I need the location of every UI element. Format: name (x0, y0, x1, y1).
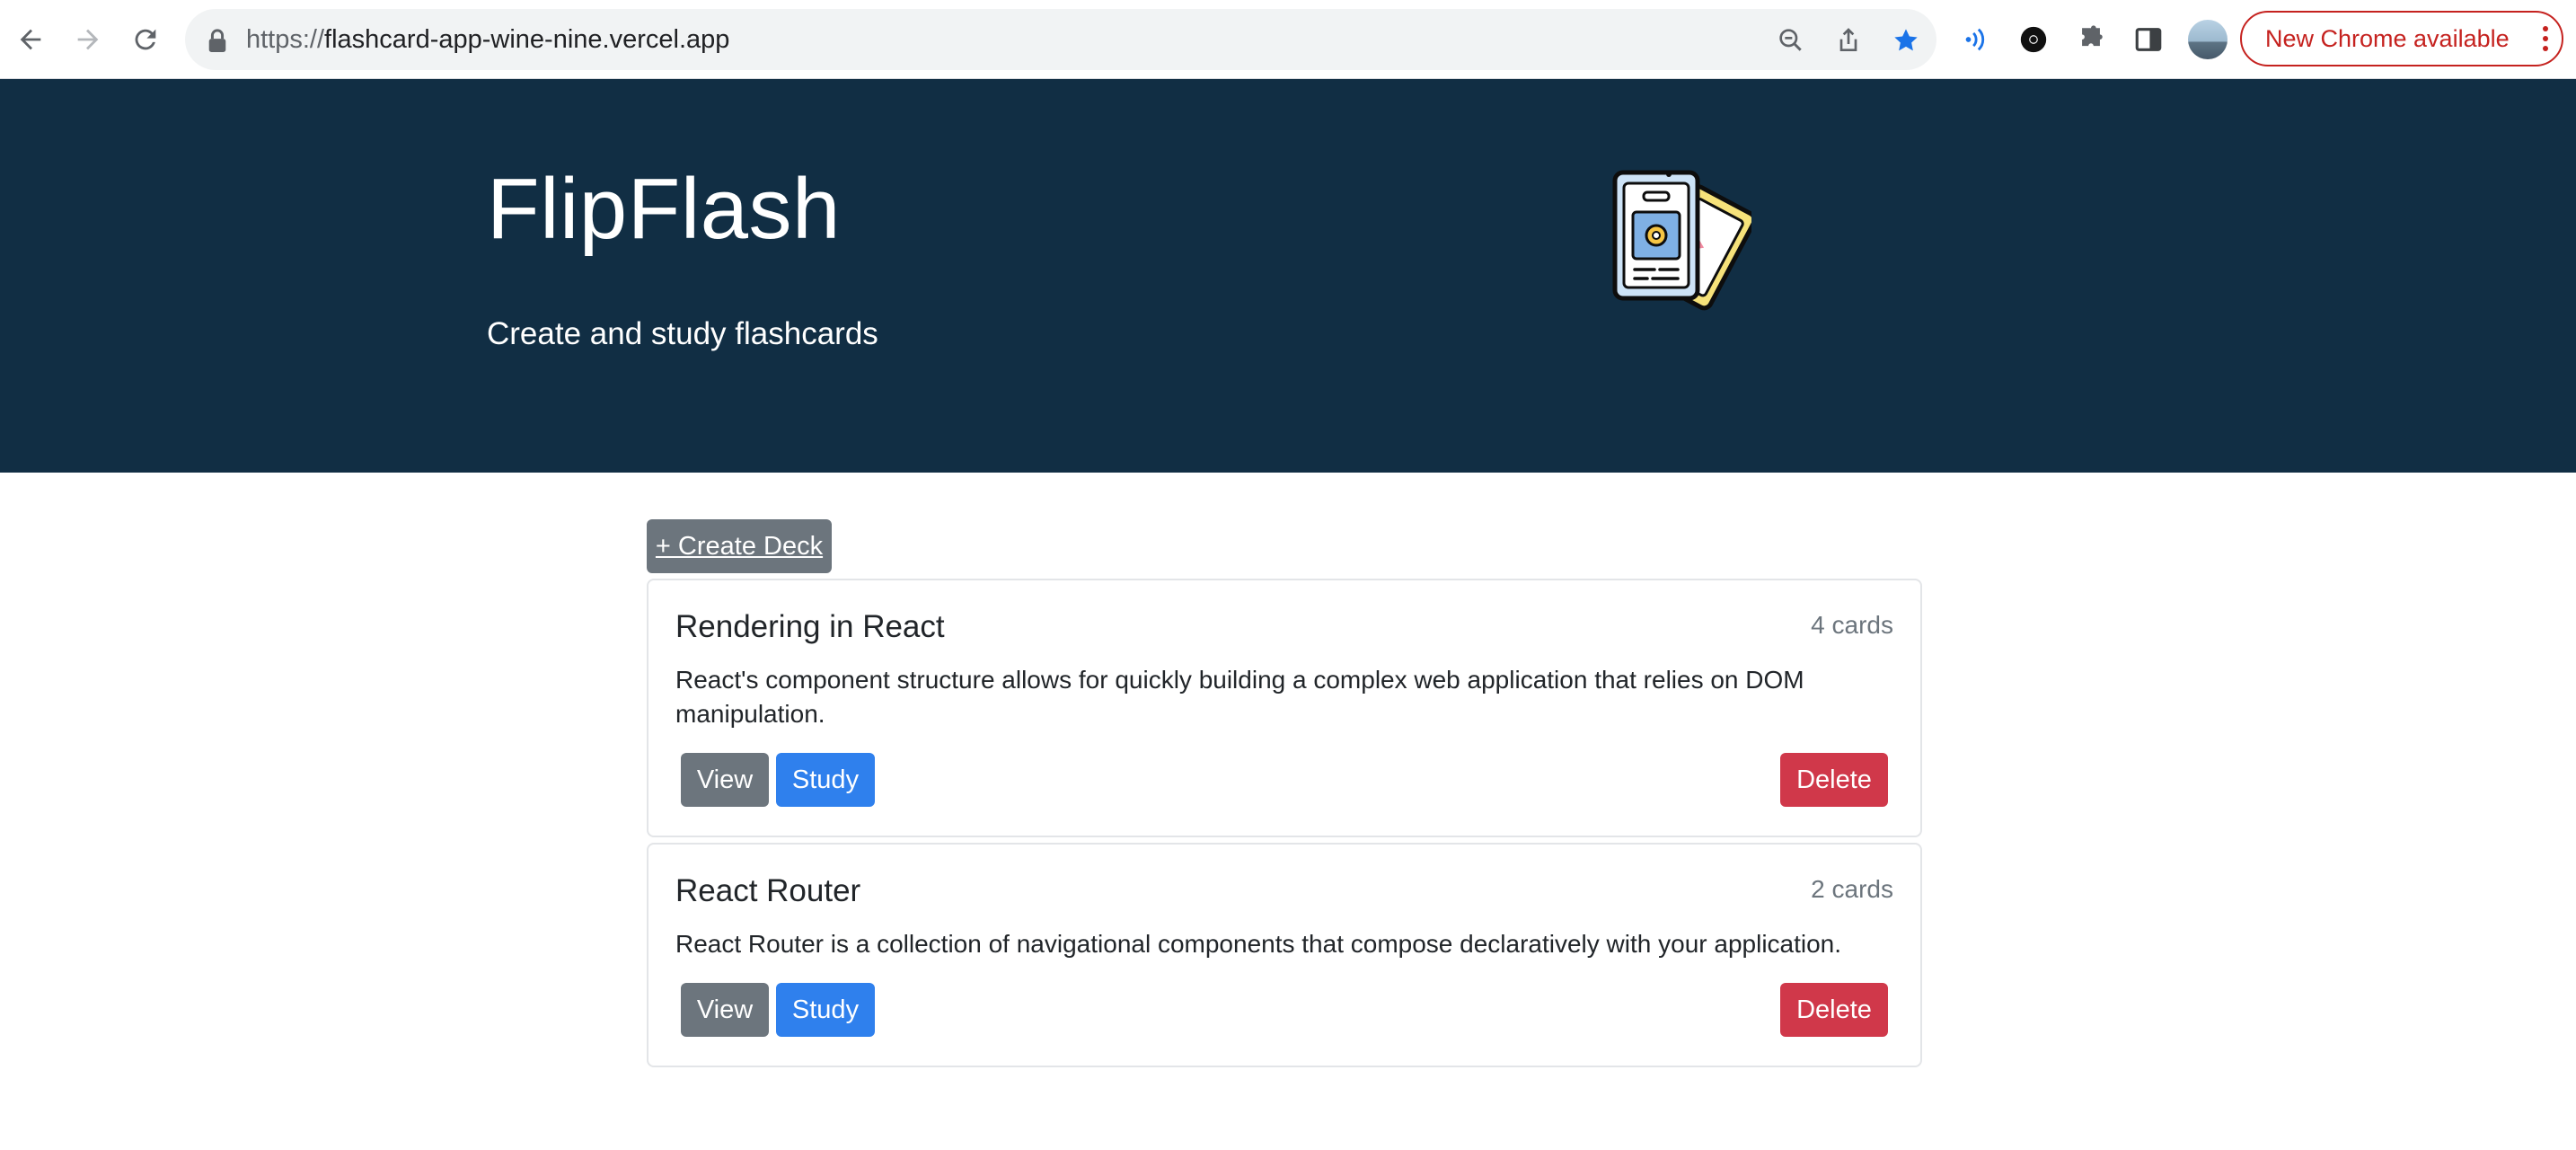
deck-name: Rendering in React (675, 609, 945, 644)
extensions-button[interactable] (2073, 22, 2109, 58)
deck-description: React Router is a collection of navigati… (675, 930, 1842, 958)
audio-extension-button[interactable] (1958, 22, 1994, 58)
view-deck-button[interactable]: View (681, 753, 769, 807)
reload-button[interactable] (126, 20, 165, 59)
deck-card-count: 4 cards (1811, 611, 1893, 639)
lock-icon (208, 29, 226, 52)
deck-name: React Router (675, 873, 861, 908)
reload-icon (135, 29, 156, 50)
zoom-out-icon (1779, 29, 1802, 51)
side-panel-button[interactable] (2130, 22, 2166, 58)
study-deck-button[interactable]: Study (776, 983, 875, 1037)
es-extension-button[interactable] (2016, 22, 2051, 58)
forward-button[interactable] (68, 20, 108, 59)
url-host: flashcard-app-wine-nine.vercel.app (324, 25, 730, 54)
update-label: New Chrome available (2265, 25, 2510, 52)
kebab-menu-icon (2543, 26, 2548, 51)
study-deck-button[interactable]: Study (776, 753, 875, 807)
audio-extension-icon (1965, 28, 1985, 51)
deck-card: React Router 2 cards React Router is a c… (647, 843, 1922, 1067)
new-chrome-available-button[interactable]: New Chrome available (2240, 11, 2563, 66)
es-extension-icon (2020, 26, 2047, 53)
deck-description: React's component structure allows for q… (675, 666, 1804, 728)
address-bar[interactable]: https://flashcard-app-wine-nine.vercel.a… (185, 9, 1936, 70)
bookmark-button[interactable] (1890, 24, 1922, 57)
create-deck-button[interactable]: + Create Deck (647, 519, 832, 573)
view-deck-button[interactable]: View (681, 983, 769, 1037)
back-button[interactable] (11, 20, 50, 59)
delete-deck-button[interactable]: Delete (1780, 753, 1888, 807)
share-button[interactable] (1832, 24, 1865, 57)
side-panel-icon (2135, 28, 2162, 51)
star-icon (1894, 29, 1918, 51)
url-text: https://flashcard-app-wine-nine.vercel.a… (246, 9, 729, 70)
arrow-left-icon (20, 29, 41, 50)
delete-deck-button[interactable]: Delete (1780, 983, 1888, 1037)
share-icon (1839, 28, 1857, 51)
url-scheme: https:// (246, 25, 325, 54)
app-title: FlipFlash (487, 161, 841, 257)
zoom-button[interactable] (1775, 24, 1807, 57)
arrow-right-icon (77, 29, 99, 50)
browser-toolbar: https://flashcard-app-wine-nine.vercel.a… (0, 0, 2576, 79)
puzzle-icon (2082, 25, 2103, 47)
hero-banner: FlipFlash Create and study flashcards (0, 79, 2576, 473)
profile-avatar[interactable] (2188, 20, 2228, 59)
deck-card-count: 2 cards (1811, 875, 1893, 903)
deck-card: Rendering in React 4 cards React's compo… (647, 579, 1922, 837)
app-subtitle: Create and study flashcards (487, 316, 878, 351)
flashcards-logo-icon (1612, 170, 1751, 311)
